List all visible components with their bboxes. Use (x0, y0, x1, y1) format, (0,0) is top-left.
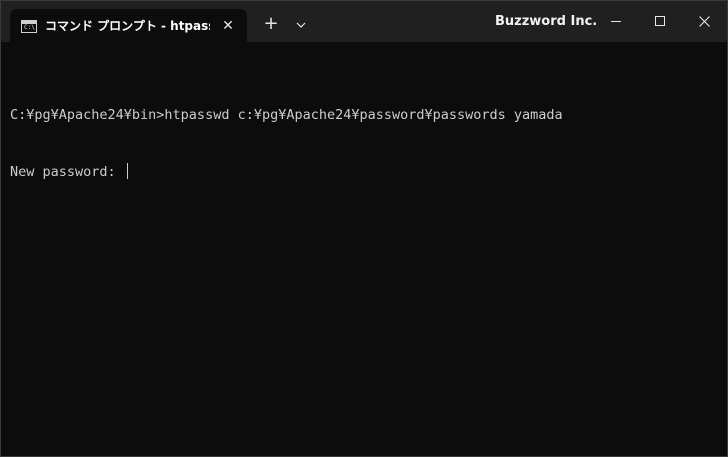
tab-title: コマンド プロンプト - htpasswd c:\ (45, 19, 210, 33)
command-prompt-icon: C:\ (21, 20, 37, 33)
maximize-icon (655, 16, 665, 26)
minimize-icon (611, 21, 621, 22)
chevron-down-icon (296, 22, 306, 28)
maximize-button[interactable] (635, 1, 681, 42)
terminal-prompt-line[interactable]: New password: (10, 163, 720, 182)
close-icon (699, 16, 710, 27)
tab-command-prompt[interactable]: C:\ コマンド プロンプト - htpasswd c:\ ✕ (10, 9, 247, 42)
new-tab-button[interactable]: + (259, 13, 283, 37)
title-bar: C:\ コマンド プロンプト - htpasswd c:\ ✕ + Buzzwo… (1, 1, 727, 42)
text-cursor (126, 163, 128, 179)
brand-label: Buzzword Inc. (495, 14, 598, 29)
terminal-line: C:¥pg¥Apache24¥bin>htpasswd c:¥pg¥Apache… (10, 107, 563, 123)
command-prompt-icon-text: C:\ (24, 24, 35, 31)
tab-dropdown-button[interactable] (290, 13, 312, 37)
password-prompt: New password: (10, 164, 124, 180)
tab-close-button[interactable]: ✕ (219, 17, 237, 35)
close-window-button[interactable] (681, 1, 727, 42)
terminal-window: C:\ コマンド プロンプト - htpasswd c:\ ✕ + Buzzwo… (0, 0, 728, 457)
terminal-output[interactable]: C:¥pg¥Apache24¥bin>htpasswd c:¥pg¥Apache… (10, 68, 720, 448)
